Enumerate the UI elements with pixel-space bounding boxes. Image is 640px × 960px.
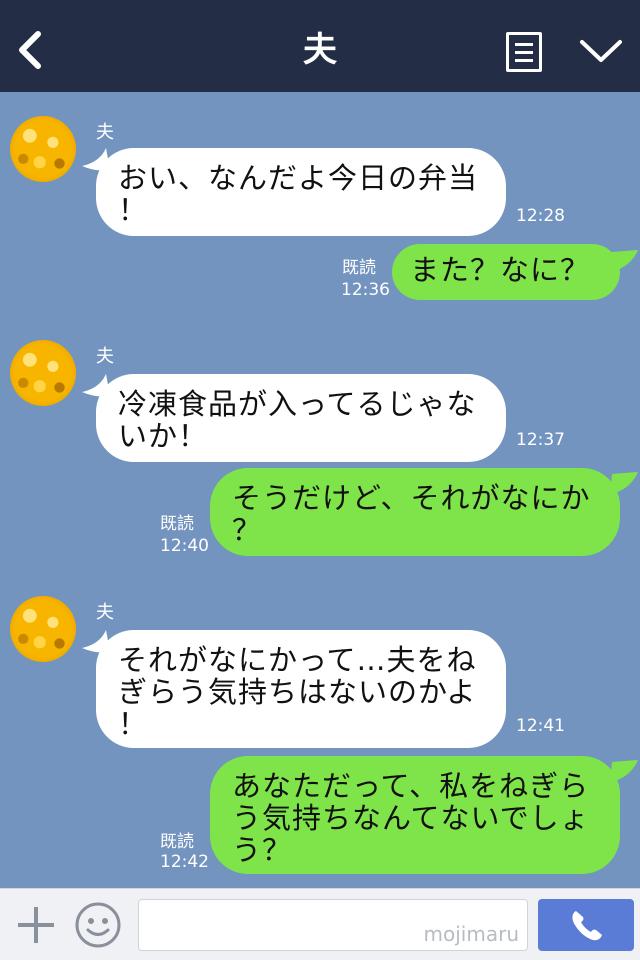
bubble-tail (610, 250, 638, 272)
message-bubble[interactable]: 冷凍食品が入ってるじゃな いか！ (96, 374, 506, 462)
plus-icon (18, 907, 54, 943)
read-receipt: 既読 (160, 514, 194, 534)
read-receipt: 既読 (160, 832, 194, 852)
message-line: そうだけど、それがなにか (232, 481, 591, 515)
call-button[interactable] (538, 899, 634, 951)
message-bubble[interactable]: おい、なんだよ今日の弁当 ！ (96, 148, 506, 236)
input-bar: mojimaru (0, 888, 640, 960)
avatar[interactable] (10, 340, 76, 406)
chat-area[interactable]: 夫 おい、なんだよ今日の弁当 ！ 12:28 既読 12:36 また？なに？ 夫… (0, 92, 640, 888)
message-line: いか！ (118, 419, 209, 453)
message-bubble[interactable]: あなただって、私をねぎら う気持ちなんてないでしょ う？ (210, 756, 620, 874)
message-time: 12:42 (160, 852, 209, 872)
sender-name: 夫 (96, 122, 114, 143)
message-bubble[interactable]: そうだけど、それがなにか ？ (210, 468, 620, 556)
sender-name: 夫 (96, 602, 114, 623)
message-line: ！ (118, 193, 149, 227)
bubble-tail (610, 760, 638, 782)
menu-list-icon (515, 43, 533, 46)
message-input[interactable]: mojimaru (138, 899, 528, 951)
sender-name: 夫 (96, 346, 114, 367)
phone-icon (572, 911, 602, 941)
chat-title: 夫 (303, 30, 337, 70)
avatar[interactable] (10, 596, 76, 662)
chevron-down-icon (580, 40, 622, 62)
message-line: おい、なんだよ今日の弁当 (118, 161, 479, 195)
message-line: また？なに？ (410, 253, 591, 287)
message-time: 12:36 (341, 280, 390, 300)
message-line: あなただって、私をねぎら (232, 769, 590, 803)
watermark: mojimaru (423, 922, 519, 946)
chat-header: 夫 (0, 0, 640, 92)
message-time: 12:28 (516, 206, 565, 226)
message-time: 12:37 (516, 430, 565, 450)
smiley-icon (75, 902, 121, 948)
collapse-button[interactable] (578, 36, 624, 66)
message-line: ！ (118, 707, 149, 741)
message-bubble[interactable]: また？なに？ (392, 244, 620, 300)
message-bubble[interactable]: それがなにかって…夫をね ぎらう気持ちはないのかよ ！ (96, 630, 506, 748)
message-line: ぎらう気持ちはないのかよ (118, 675, 477, 709)
message-line: 冷凍食品が入ってるじゃな (118, 387, 477, 421)
bubble-tail (610, 472, 638, 494)
avatar[interactable] (10, 116, 76, 182)
emoji-button[interactable] (74, 901, 122, 949)
message-line: それがなにかって…夫をね (118, 643, 477, 677)
read-receipt: 既読 (342, 258, 376, 278)
plus-button[interactable] (16, 905, 56, 945)
message-time: 12:41 (516, 716, 565, 736)
message-line: ？ (232, 513, 263, 547)
message-time: 12:40 (160, 536, 209, 556)
menu-button[interactable] (506, 32, 542, 72)
message-line: う気持ちなんてないでしょ (232, 801, 590, 835)
message-line: う？ (232, 833, 293, 867)
